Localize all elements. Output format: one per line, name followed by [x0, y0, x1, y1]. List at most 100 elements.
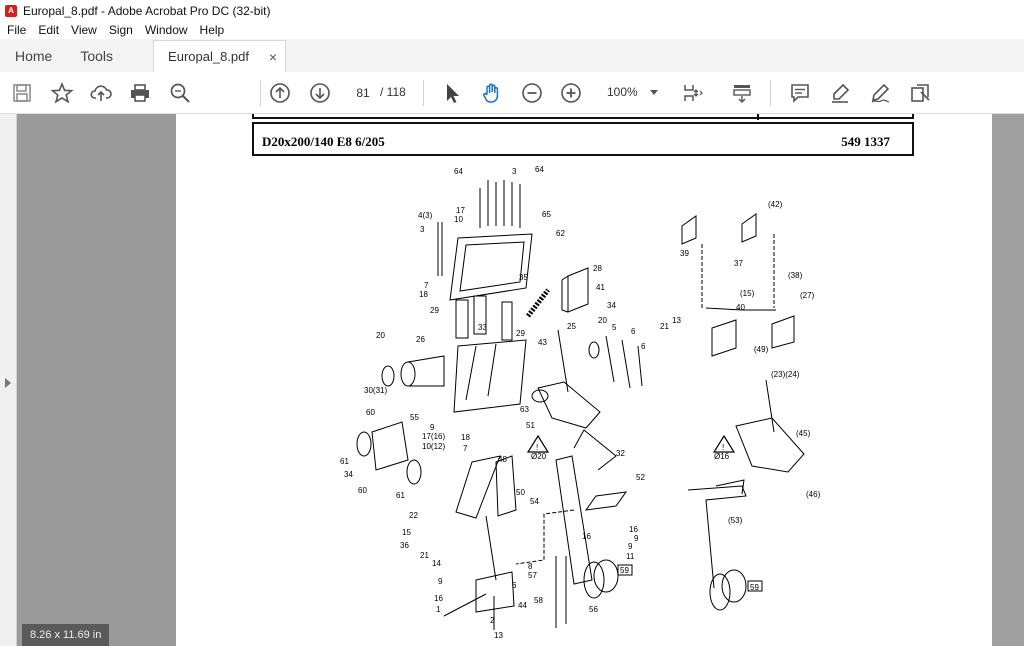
toolbar-separator [260, 80, 261, 106]
menu-help[interactable]: Help [194, 23, 231, 37]
callout-label: (38) [788, 271, 803, 280]
toolbar-separator [423, 80, 424, 106]
close-tab-icon[interactable]: × [269, 49, 277, 65]
callout-label: 16 [629, 525, 638, 534]
callout-label: 3 [420, 225, 425, 234]
tab-home[interactable]: Home [0, 39, 66, 72]
expand-panel-icon[interactable] [5, 378, 11, 388]
callout-label: 35 [519, 273, 528, 282]
callout-label: 36 [400, 541, 409, 550]
callout-label: Ø16 [714, 452, 730, 461]
print-icon[interactable] [128, 81, 152, 105]
callout-label: 41 [596, 283, 605, 292]
callout-label: 54 [530, 497, 539, 506]
callout-label: 6 [512, 581, 517, 590]
callout-label: 58 [534, 596, 543, 605]
callout-label: 15 [402, 528, 411, 537]
zoom-in-icon[interactable] [559, 81, 583, 105]
callout-label: 17 [456, 206, 465, 215]
callout-label: 60 [358, 486, 367, 495]
callout-label: 14 [432, 559, 441, 568]
callout-label: 52 [636, 473, 645, 482]
callout-label: 63 [520, 405, 529, 414]
callout-label: 61 [340, 457, 349, 466]
callout-label: (23)(24) [771, 370, 800, 379]
prev-page-icon[interactable] [268, 81, 292, 105]
callout-label: 2 [490, 616, 495, 625]
right-panel-edge [992, 114, 1024, 646]
scroll-mode-icon[interactable] [730, 81, 754, 105]
callout-label: 48 [498, 455, 507, 464]
more-tools-icon[interactable] [908, 81, 932, 105]
callout-label: 8 [528, 562, 533, 571]
callout-label: 40 [736, 303, 745, 312]
upload-icon[interactable] [89, 81, 113, 105]
callout-label: 26 [416, 335, 425, 344]
toolbar: 81 / 118 100% [0, 72, 1024, 114]
callout-label: 65 [542, 210, 551, 219]
callout-label: 7 [424, 281, 429, 290]
comment-icon[interactable] [788, 81, 812, 105]
callout-label: 20 [598, 316, 607, 325]
callout-label: 60 [366, 408, 375, 417]
callout-label: 21 [420, 551, 429, 560]
svg-text:!: ! [536, 443, 538, 452]
callout-label: 51 [526, 421, 535, 430]
menu-sign[interactable]: Sign [103, 23, 139, 37]
previous-table-bottom [252, 114, 914, 119]
select-cursor-icon[interactable] [440, 81, 464, 105]
callout-label: 62 [556, 229, 565, 238]
callout-label: (45) [796, 429, 811, 438]
callout-label: 10(12) [422, 442, 445, 451]
callout-label: 21 [660, 322, 669, 331]
tab-tools[interactable]: Tools [66, 39, 127, 72]
callout-label: 32 [616, 449, 625, 458]
callout-label: 18 [461, 433, 470, 442]
menu-file[interactable]: File [0, 23, 32, 37]
zoom-out-icon[interactable] [520, 81, 544, 105]
part-number: 549 1337 [841, 134, 890, 149]
callout-label: 9 [430, 423, 435, 432]
fill-sign-icon[interactable] [868, 81, 892, 105]
search-zoom-icon[interactable] [168, 81, 192, 105]
callout-label: (49) [754, 345, 769, 354]
title-bar: A Europal_8.pdf - Adobe Acrobat Pro DC (… [0, 0, 1024, 21]
callout-label: 16 [582, 532, 591, 541]
callout-label: 1 [436, 605, 441, 614]
callout-label: 34 [607, 301, 616, 310]
tab-bar: Home Tools Europal_8.pdf × [0, 39, 1024, 73]
menu-view[interactable]: View [65, 23, 103, 37]
callout-label: (15) [740, 289, 755, 298]
page-number-input[interactable]: 81 [345, 82, 381, 104]
chevron-down-icon[interactable] [650, 90, 658, 95]
hand-pan-icon[interactable] [480, 81, 504, 105]
callout-label: (27) [800, 291, 815, 300]
callout-label: 20 [376, 331, 385, 340]
part-model-code: D20x200/140 E8 6/205 [262, 134, 385, 149]
toolbar-separator [770, 80, 771, 106]
highlight-pen-icon[interactable] [828, 81, 852, 105]
tab-document[interactable]: Europal_8.pdf × [153, 40, 287, 72]
bookmark-star-icon[interactable] [50, 81, 74, 105]
callout-label: 37 [734, 259, 743, 268]
menu-edit[interactable]: Edit [32, 23, 65, 37]
callout-label: 59 [750, 583, 759, 592]
callout-label: 9 [634, 534, 639, 543]
callout-label: 16 [434, 594, 443, 603]
next-page-icon[interactable] [308, 81, 332, 105]
callout-label: 29 [430, 306, 439, 315]
callout-label: 3 [512, 167, 517, 176]
callout-label: 18 [419, 290, 428, 299]
callout-label: 50 [516, 488, 525, 497]
callout-label: 10 [454, 215, 463, 224]
callout-label: 64 [535, 165, 544, 174]
callout-label: 64 [454, 167, 463, 176]
callout-label: 13 [672, 316, 681, 325]
fit-page-icon[interactable] [680, 81, 704, 105]
page-size-indicator: 8.26 x 11.69 in [22, 624, 110, 646]
save-icon[interactable] [10, 81, 34, 105]
callout-label: 33 [478, 323, 487, 332]
callout-label: 34 [344, 470, 353, 479]
part-header-box: D20x200/140 E8 6/205 549 1337 [252, 122, 914, 156]
menu-window[interactable]: Window [139, 23, 194, 37]
